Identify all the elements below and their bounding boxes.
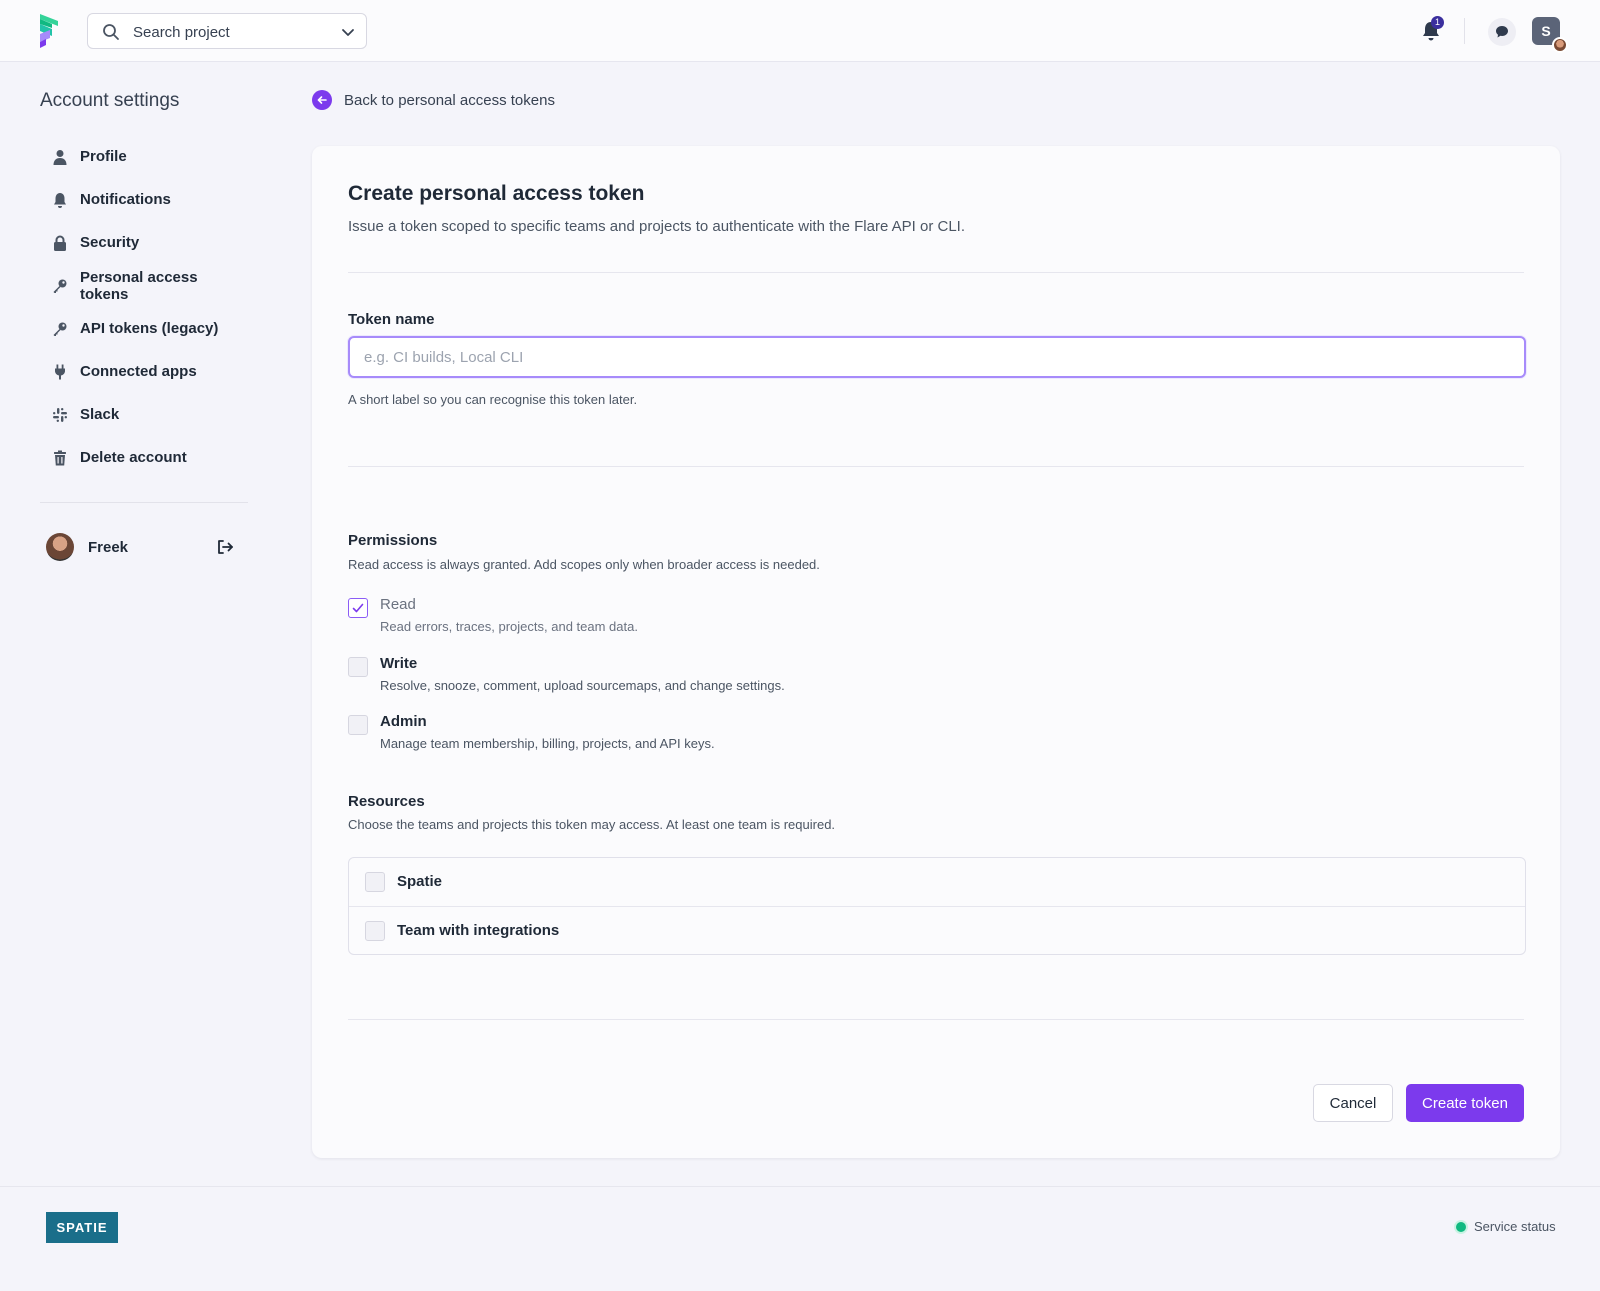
read-checkbox[interactable]	[348, 598, 368, 618]
sidebar-user: Freek	[46, 533, 236, 563]
arrow-left-icon	[312, 90, 332, 110]
service-status-link[interactable]: Service status	[1456, 1219, 1556, 1234]
status-dot-icon	[1456, 1221, 1466, 1232]
admin-checkbox[interactable]	[348, 715, 368, 735]
permissions-description: Read access is always granted. Add scope…	[348, 557, 820, 572]
resources-heading: Resources	[348, 793, 425, 810]
avatar	[46, 533, 74, 561]
sidebar-item-profile[interactable]: Profile	[40, 135, 250, 178]
permission-description: Read errors, traces, projects, and team …	[380, 619, 638, 634]
flare-logo-icon[interactable]	[38, 14, 64, 50]
sidebar-item-label: Profile	[80, 148, 127, 165]
permissions-heading: Permissions	[348, 532, 438, 549]
divider	[348, 1019, 1524, 1020]
token-name-input[interactable]	[348, 336, 1526, 378]
resources-description: Choose the teams and projects this token…	[348, 817, 836, 832]
permission-read: Read Read errors, traces, projects, and …	[348, 596, 1248, 648]
page-subtitle: Issue a token scoped to specific teams a…	[348, 218, 965, 235]
back-link-label: Back to personal access tokens	[344, 91, 555, 109]
topbar-divider	[1464, 18, 1465, 44]
user-photo-avatar	[1552, 37, 1568, 53]
divider	[348, 272, 1524, 273]
sidebar-title: Account settings	[40, 90, 180, 111]
sidebar-item-label: Security	[80, 234, 140, 251]
trash-icon	[54, 450, 66, 465]
footer-divider	[0, 1186, 1600, 1187]
sidebar-item-personal-access-tokens[interactable]: Personal access tokens	[40, 264, 250, 307]
token-name-label: Token name	[348, 311, 435, 328]
team-checkbox[interactable]	[365, 872, 385, 892]
permission-admin: Admin Manage team membership, billing, p…	[348, 713, 1248, 765]
search-icon	[103, 24, 119, 40]
permission-write: Write Resolve, snooze, comment, upload s…	[348, 655, 1248, 707]
service-status-label: Service status	[1474, 1219, 1556, 1234]
sidebar-item-notifications[interactable]: Notifications	[40, 178, 250, 221]
sidebar-item-security[interactable]: Security	[40, 221, 250, 264]
slack-icon	[53, 407, 67, 422]
sidebar-item-connected-apps[interactable]: Connected apps	[40, 350, 250, 393]
permission-name: Read	[380, 596, 416, 613]
top-bar: Search project 1 S	[0, 0, 1600, 62]
permission-name: Write	[380, 655, 418, 672]
bell-icon	[54, 192, 66, 208]
chevron-down-icon	[342, 29, 354, 36]
write-checkbox[interactable]	[348, 657, 368, 677]
sidebar-item-slack[interactable]: Slack	[40, 393, 250, 436]
permission-name: Admin	[380, 713, 427, 730]
sidebar-item-delete-account[interactable]: Delete account	[40, 436, 250, 479]
team-name: Spatie	[397, 873, 443, 890]
sidebar-item-label: Notifications	[80, 191, 171, 208]
spatie-logo[interactable]: SPATIE	[46, 1212, 118, 1243]
notification-count-badge: 1	[1431, 16, 1444, 29]
lock-icon	[54, 235, 66, 251]
sidebar-item-label: Connected apps	[80, 363, 197, 380]
permission-description: Resolve, snooze, comment, upload sourcem…	[380, 678, 785, 693]
sidebar-item-label: Personal access tokens	[79, 268, 198, 303]
key-icon	[53, 322, 67, 336]
page-title: Create personal access token	[348, 182, 645, 205]
checkmark-icon	[352, 603, 364, 613]
sidebar-item-api-tokens-legacy[interactable]: API tokens (legacy)	[40, 307, 250, 350]
create-token-button[interactable]: Create token	[1406, 1084, 1524, 1122]
team-name: Team with integrations	[397, 922, 560, 939]
divider	[348, 466, 1524, 467]
key-icon	[53, 279, 67, 293]
team-row-team-with-integrations[interactable]: Team with integrations	[349, 906, 1525, 955]
sidebar-item-label: Slack	[80, 406, 120, 423]
sidebar-item-label: API tokens (legacy)	[80, 320, 219, 337]
chat-button[interactable]	[1488, 18, 1516, 46]
project-search-select[interactable]: Search project	[87, 13, 367, 49]
team-checkbox[interactable]	[365, 921, 385, 941]
team-row-spatie[interactable]: Spatie	[349, 858, 1525, 907]
user-name: Freek	[88, 539, 129, 556]
chat-bubble-icon	[1496, 26, 1508, 38]
sidebar-divider	[40, 502, 248, 503]
permission-description: Manage team membership, billing, project…	[380, 736, 715, 751]
back-to-tokens-link[interactable]: Back to personal access tokens	[312, 90, 555, 110]
account-settings-nav: Profile Notifications Security Personal …	[40, 135, 250, 479]
resources-team-list: Spatie Team with integrations	[348, 857, 1526, 955]
sidebar-item-label: Delete account	[80, 449, 187, 466]
logout-icon[interactable]	[216, 538, 234, 556]
create-token-card: Create personal access token Issue a tok…	[312, 146, 1560, 1158]
user-icon	[53, 149, 67, 165]
token-name-help: A short label so you can recognise this …	[348, 392, 638, 407]
plug-icon	[55, 364, 65, 379]
cancel-button[interactable]: Cancel	[1313, 1084, 1393, 1122]
search-label: Search project	[133, 24, 230, 41]
